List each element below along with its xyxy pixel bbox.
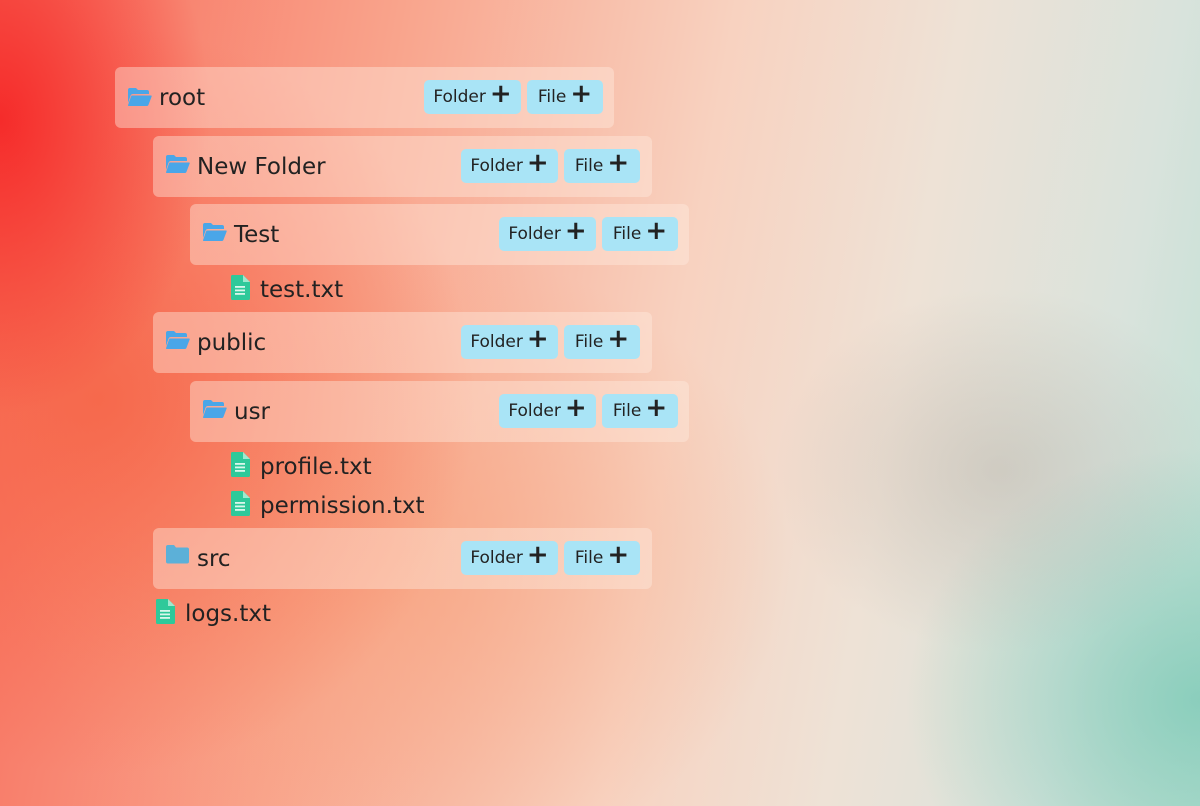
add-file-button[interactable]: File + xyxy=(564,541,640,575)
file-name: profile.txt xyxy=(260,454,372,480)
folder-open-icon xyxy=(165,330,190,350)
folder-node-root[interactable]: root Folder + File + xyxy=(115,67,614,128)
folder-open-icon xyxy=(202,399,227,419)
add-folder-button[interactable]: Folder + xyxy=(424,80,521,114)
folder-node-src[interactable]: src Folder + File + xyxy=(153,528,652,589)
add-file-button[interactable]: File + xyxy=(602,394,678,428)
plus-icon: + xyxy=(526,148,549,178)
folder-name: New Folder xyxy=(197,154,326,180)
file-text-icon xyxy=(231,275,250,300)
folder-open-icon xyxy=(127,87,152,107)
plus-icon: + xyxy=(607,324,630,354)
plus-icon: + xyxy=(526,540,549,570)
add-file-label: File xyxy=(574,156,604,176)
folder-open-icon xyxy=(165,154,190,174)
folder-name: root xyxy=(159,85,206,111)
folder-name: usr xyxy=(234,399,271,425)
plus-icon: + xyxy=(607,540,630,570)
add-folder-label: Folder xyxy=(470,156,523,176)
add-file-label: File xyxy=(612,224,642,244)
file-text-icon xyxy=(156,599,175,624)
folder-name: src xyxy=(197,546,231,572)
add-folder-button[interactable]: Folder + xyxy=(461,325,558,359)
add-file-button[interactable]: File + xyxy=(564,325,640,359)
plus-icon: + xyxy=(645,393,668,423)
add-folder-label: Folder xyxy=(508,224,561,244)
add-file-button[interactable]: File + xyxy=(602,217,678,251)
folder-node-public[interactable]: public Folder + File + xyxy=(153,312,652,373)
add-file-button[interactable]: File + xyxy=(527,80,603,114)
add-folder-label: Folder xyxy=(470,332,523,352)
add-file-button[interactable]: File + xyxy=(564,149,640,183)
plus-icon: + xyxy=(526,324,549,354)
plus-icon: + xyxy=(489,79,512,109)
add-folder-label: Folder xyxy=(508,401,561,421)
file-name: logs.txt xyxy=(185,601,272,627)
folder-name: Test xyxy=(234,222,280,248)
add-folder-button[interactable]: Folder + xyxy=(461,541,558,575)
add-folder-button[interactable]: Folder + xyxy=(461,149,558,183)
folder-node-test[interactable]: Test Folder + File + xyxy=(190,204,689,265)
plus-icon: + xyxy=(645,216,668,246)
add-folder-button[interactable]: Folder + xyxy=(499,217,596,251)
folder-open-icon xyxy=(202,222,227,242)
add-file-label: File xyxy=(612,401,642,421)
add-folder-label: Folder xyxy=(433,87,486,107)
file-name: test.txt xyxy=(260,277,344,303)
folder-closed-icon xyxy=(165,544,190,564)
folder-node-usr[interactable]: usr Folder + File + xyxy=(190,381,689,442)
file-text-icon xyxy=(231,491,250,516)
add-folder-button[interactable]: Folder + xyxy=(499,394,596,428)
add-file-label: File xyxy=(574,332,604,352)
file-text-icon xyxy=(231,452,250,477)
add-folder-label: Folder xyxy=(470,548,523,568)
add-file-label: File xyxy=(537,87,567,107)
plus-icon: + xyxy=(564,393,587,423)
file-name: permission.txt xyxy=(260,493,425,519)
plus-icon: + xyxy=(570,79,593,109)
plus-icon: + xyxy=(564,216,587,246)
folder-node-new-folder[interactable]: New Folder Folder + File + xyxy=(153,136,652,197)
add-file-label: File xyxy=(574,548,604,568)
plus-icon: + xyxy=(607,148,630,178)
folder-name: public xyxy=(197,330,267,356)
